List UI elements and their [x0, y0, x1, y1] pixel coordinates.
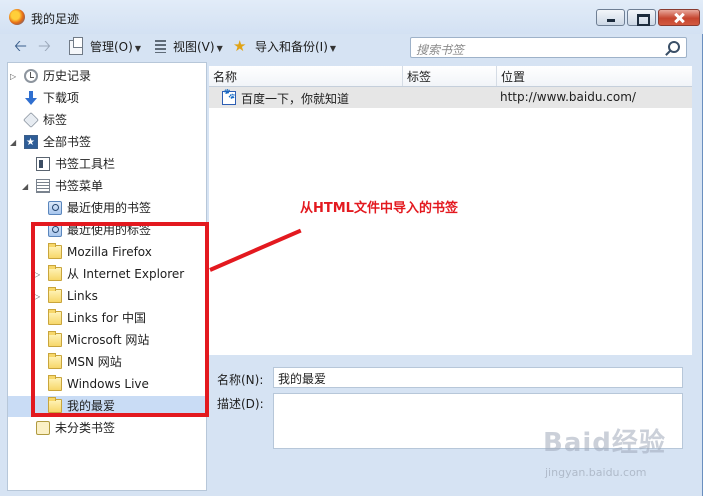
sidebar-item-label: 我的最爱: [67, 399, 116, 413]
history-icon: [24, 69, 38, 83]
minimize-button[interactable]: [596, 9, 625, 26]
smart-query-icon: [48, 223, 62, 237]
tag-icon: [23, 112, 39, 128]
sidebar-item-label: Mozilla Firefox: [67, 245, 152, 259]
views-label: 视图(V): [173, 40, 215, 54]
forward-arrow-icon[interactable]: 🡢: [38, 37, 51, 55]
expand-twisty-icon[interactable]: ▷: [34, 286, 40, 307]
column-divider[interactable]: [402, 66, 403, 86]
bookmarks-toolbar-icon: [36, 157, 50, 171]
sidebar-item-label: 书签工具栏: [55, 157, 116, 171]
import-backup-menu[interactable]: 导入和备份(I) ▼: [255, 38, 336, 55]
dropdown-icon: ▼: [329, 44, 337, 53]
sidebar-item-bookmarks-menu[interactable]: ◢ 书签菜单: [8, 176, 206, 197]
sidebar-item-all-bookmarks[interactable]: ◢ 全部书签: [8, 132, 206, 153]
close-button[interactable]: [658, 9, 700, 26]
column-header-location[interactable]: 位置: [501, 68, 525, 85]
import-label: 导入和备份(I): [255, 40, 328, 54]
library-window: 我的足迹 🡠 🡢 管理(O) ▼ 视图(V) ▼ ★ 导入和备份(I) ▼ 搜索书签 …: [0, 0, 703, 496]
sidebar-item-unsorted-bookmarks[interactable]: 未分类书签: [8, 418, 206, 439]
views-icon[interactable]: [155, 40, 166, 53]
column-divider[interactable]: [496, 66, 497, 86]
sidebar-item-my-favorites[interactable]: 我的最爱: [8, 396, 206, 417]
folder-icon: [48, 353, 62, 369]
firefox-logo-icon: [9, 9, 25, 25]
search-input[interactable]: 搜索书签: [410, 37, 687, 58]
all-bookmarks-icon: [24, 132, 38, 153]
table-row[interactable]: 百度一下，你就知道 http://www.baidu.com/: [209, 87, 692, 108]
views-menu[interactable]: 视图(V) ▼: [173, 38, 223, 55]
title-bar: 我的足迹: [0, 0, 703, 34]
sidebar-item-from-internet-explorer[interactable]: ▷ 从 Internet Explorer: [8, 264, 206, 285]
organize-menu[interactable]: 管理(O) ▼: [90, 38, 141, 55]
folder-icon: [48, 309, 62, 325]
search-icon[interactable]: [668, 41, 680, 53]
smart-query-icon: [48, 201, 62, 215]
name-label: 名称(N):: [217, 373, 264, 387]
list-header: 名称 标签 位置: [209, 66, 692, 87]
sidebar-item-recent-tags[interactable]: 最近使用的标签: [8, 220, 206, 241]
sidebar-item-links-for-china[interactable]: Links for 中国: [8, 308, 206, 329]
bookmark-name: 百度一下，你就知道: [241, 92, 350, 106]
import-star-icon[interactable]: ★: [233, 37, 246, 55]
folder-icon: [48, 397, 62, 413]
sidebar-item-label: Links: [67, 289, 98, 303]
collapse-twisty-icon[interactable]: ◢: [22, 176, 28, 197]
column-header-name[interactable]: 名称: [213, 68, 237, 85]
sidebar-item-msn-sites[interactable]: MSN 网站: [8, 352, 206, 373]
sidebar-item-label: 最近使用的标签: [67, 223, 152, 237]
toolbar: 🡠 🡢 管理(O) ▼ 视图(V) ▼ ★ 导入和备份(I) ▼ 搜索书签: [0, 34, 703, 60]
sidebar-item-mozilla-firefox[interactable]: Mozilla Firefox: [8, 242, 206, 263]
name-field[interactable]: 我的最爱: [273, 367, 683, 388]
folder-icon: [48, 287, 62, 303]
sidebar-item-label: 未分类书签: [55, 421, 116, 435]
sidebar-item-microsoft-sites[interactable]: Microsoft 网站: [8, 330, 206, 351]
dropdown-icon: ▼: [134, 44, 141, 53]
folder-icon: [48, 331, 62, 347]
sidebar-item-label: 下载项: [43, 91, 80, 105]
sidebar-item-label: 标签: [43, 113, 68, 127]
sidebar-item-history[interactable]: ▷ 历史记录: [8, 66, 206, 87]
expand-twisty-icon[interactable]: ▷: [10, 66, 16, 87]
sidebar-item-bookmarks-toolbar[interactable]: 书签工具栏: [8, 154, 206, 175]
window-title: 我的足迹: [31, 12, 80, 26]
sidebar-item-label: Microsoft 网站: [67, 333, 150, 347]
details-pane: 名称(N): 我的最爱 描述(D):: [209, 358, 693, 491]
annotation-text: 从HTML文件中导入的书签: [300, 201, 458, 216]
baidu-paw-icon: [222, 89, 236, 105]
expand-twisty-icon[interactable]: ▷: [34, 264, 40, 285]
sidebar-item-downloads[interactable]: 下载项: [8, 88, 206, 109]
dropdown-icon: ▼: [216, 44, 223, 53]
column-header-tags[interactable]: 标签: [407, 68, 431, 85]
unsorted-bookmarks-icon: [36, 421, 50, 435]
sidebar-item-label: 书签菜单: [55, 179, 104, 193]
sidebar-item-links[interactable]: ▷ Links: [8, 286, 206, 307]
maximize-button[interactable]: [627, 9, 656, 26]
folder-icon: [48, 243, 62, 259]
sidebar-tree: ▷ 历史记录 下载项 标签 ◢ 全部书签 书签工具栏 ◢ 书签菜单 最近使: [7, 62, 207, 491]
organize-label: 管理(O): [90, 40, 133, 54]
sidebar-item-label: MSN 网站: [67, 355, 122, 369]
download-icon: [24, 91, 38, 105]
sidebar-item-label: 从 Internet Explorer: [67, 267, 185, 281]
sidebar-item-label: 最近使用的书签: [67, 201, 152, 215]
folder-icon: [48, 265, 62, 281]
bookmark-location: http://www.baidu.com/: [500, 90, 636, 104]
description-label: 描述(D):: [217, 397, 264, 411]
sidebar-item-label: 全部书签: [43, 135, 92, 149]
sidebar-item-label: Links for 中国: [67, 311, 146, 325]
bookmarks-menu-icon: [36, 179, 50, 193]
sidebar-item-windows-live[interactable]: Windows Live: [8, 374, 206, 395]
organize-icon[interactable]: [69, 37, 83, 55]
folder-icon: [48, 375, 62, 391]
back-arrow-icon[interactable]: 🡠: [14, 37, 27, 55]
search-placeholder: 搜索书签: [416, 43, 465, 57]
sidebar-item-label: 历史记录: [43, 69, 92, 83]
sidebar-item-tags[interactable]: 标签: [8, 110, 206, 131]
sidebar-item-recent-bookmarks[interactable]: 最近使用的书签: [8, 198, 206, 219]
collapse-twisty-icon[interactable]: ◢: [10, 132, 16, 153]
sidebar-item-label: Windows Live: [67, 377, 149, 391]
description-field[interactable]: [273, 393, 683, 449]
